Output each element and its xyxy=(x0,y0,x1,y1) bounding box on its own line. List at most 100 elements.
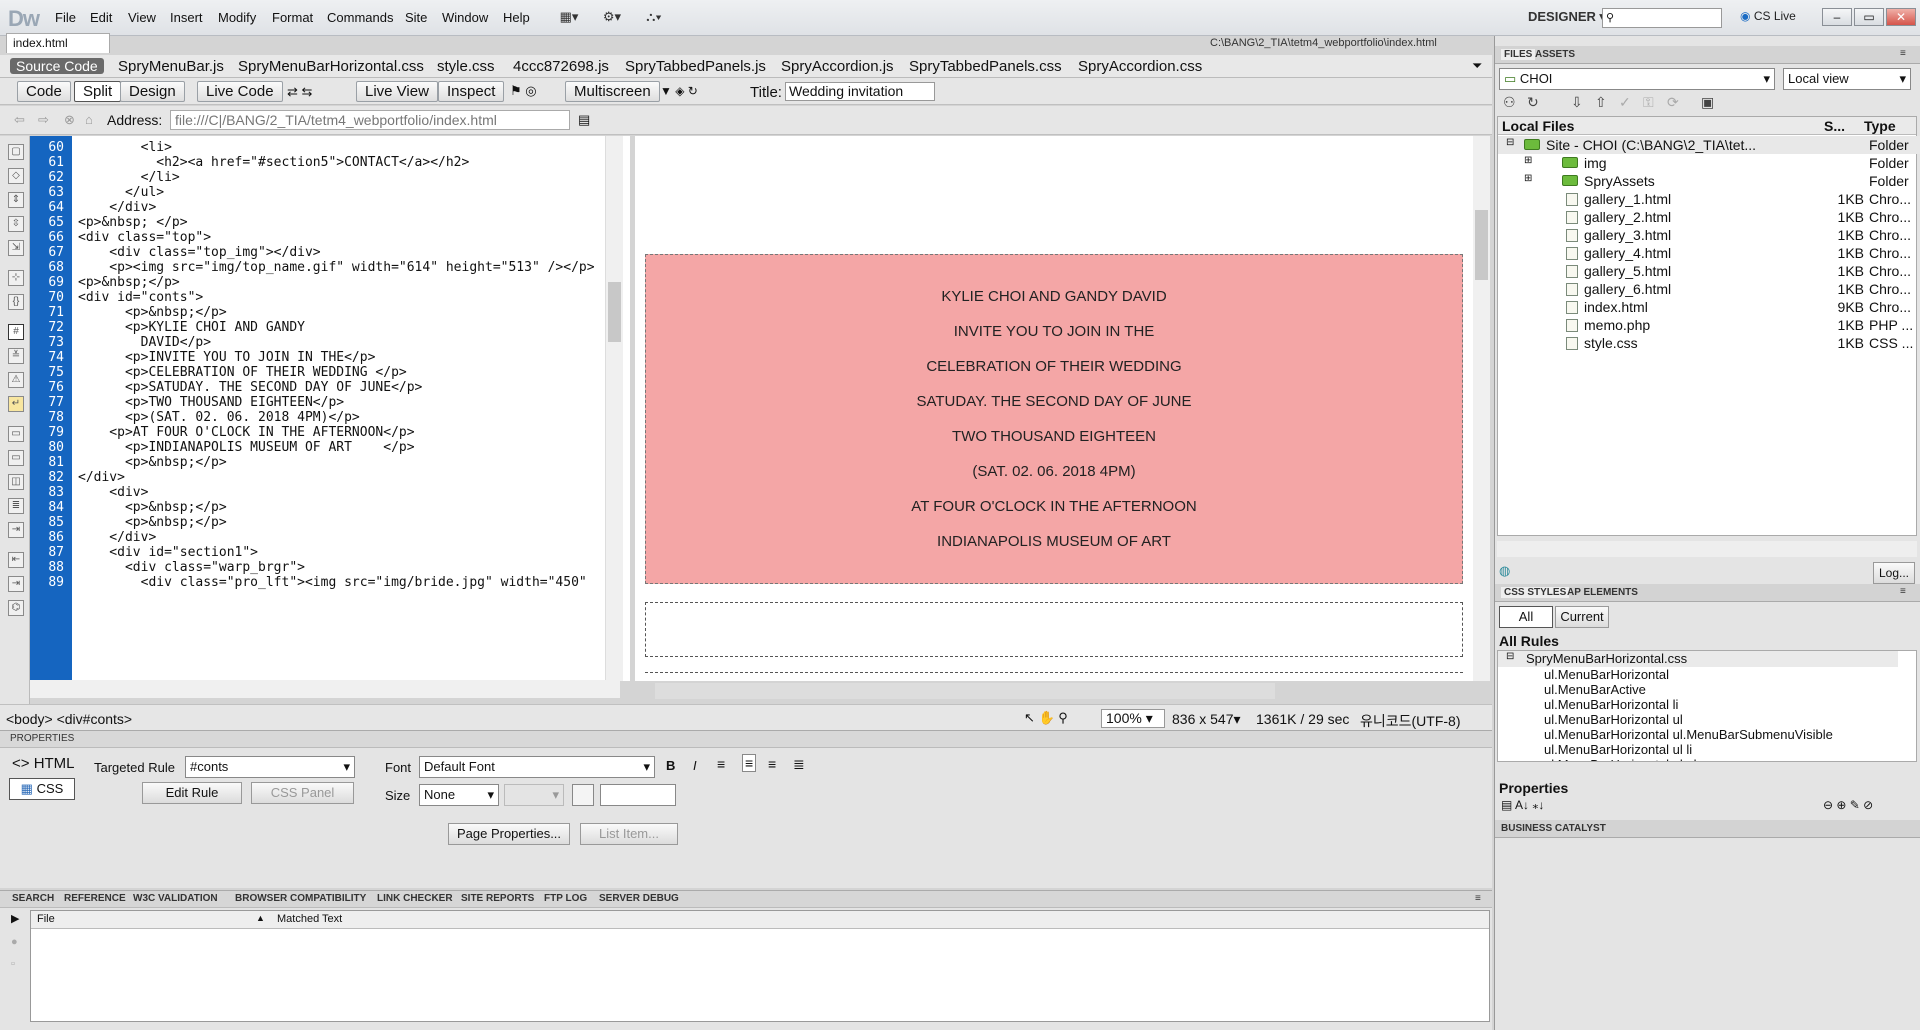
multiscreen-button[interactable]: Multiscreen xyxy=(565,81,660,102)
file-row[interactable]: gallery_6.html 1KB Chro... xyxy=(1498,280,1920,298)
col-local-files[interactable]: Local Files xyxy=(1502,118,1574,134)
empty-div[interactable] xyxy=(645,602,1463,657)
collapse-selection-icon[interactable]: ⇳ xyxy=(8,216,24,232)
design-horizontal-scrollbar[interactable] xyxy=(655,683,1275,699)
play-icon[interactable]: ▶ xyxy=(11,912,19,925)
select-parent-tag-icon[interactable]: ⊹ xyxy=(8,270,24,286)
design-vertical-scrollbar[interactable] xyxy=(1473,136,1490,681)
design-view-button[interactable]: Design xyxy=(120,81,185,102)
html-mode-button[interactable]: <> HTML xyxy=(12,755,75,772)
panel-options-icon[interactable]: ≡ xyxy=(1900,586,1906,597)
business-catalyst-header[interactable]: BUSINESS CATALYST xyxy=(1495,820,1920,838)
page-title-input[interactable]: Wedding invitation xyxy=(785,82,935,101)
site-icon[interactable]: ⛬▾ xyxy=(640,9,668,27)
workspace-switcher[interactable]: DESIGNER ▾ xyxy=(1528,9,1606,25)
view-select[interactable]: Local view ▾ xyxy=(1783,68,1911,90)
properties-header[interactable]: PROPERTIES xyxy=(0,730,1492,748)
minimize-button[interactable]: – xyxy=(1822,8,1852,26)
open-documents-icon[interactable]: ▢ xyxy=(8,144,24,160)
view-toggle-icons[interactable]: ▤ A↓ ⁎↓ xyxy=(1501,798,1544,812)
log-button[interactable]: Log... xyxy=(1873,562,1915,584)
menu-file[interactable]: File xyxy=(55,10,76,25)
section1-div[interactable] xyxy=(645,672,1463,681)
menu-view[interactable]: View xyxy=(128,10,156,25)
inspect-button[interactable]: Inspect xyxy=(438,81,505,102)
tab-search[interactable]: SEARCH xyxy=(12,893,54,904)
collapse-icon[interactable]: ⊟ xyxy=(1506,651,1514,662)
file-row[interactable]: gallery_3.html 1KB Chro... xyxy=(1498,226,1920,244)
expand-panel-icon[interactable]: ▣ xyxy=(1701,94,1714,111)
current-mode-button[interactable]: Current xyxy=(1555,606,1609,628)
multiscreen-dropdown-icon[interactable]: ▼ ◈ ↻ xyxy=(660,84,698,98)
stop-icon[interactable]: ● xyxy=(11,936,18,948)
menu-insert[interactable]: Insert xyxy=(170,10,203,25)
italic-button[interactable]: I xyxy=(693,758,697,773)
show-code-navigator-icon[interactable]: ◇ xyxy=(8,168,24,184)
filter-icon[interactable]: ⏷ xyxy=(1472,58,1482,74)
back-icon[interactable]: ⇦ xyxy=(14,112,25,128)
related-file[interactable]: style.css xyxy=(437,58,495,75)
col-file[interactable]: File xyxy=(37,913,55,925)
related-file[interactable]: 4ccc872698.js xyxy=(513,58,609,75)
collapse-icon[interactable]: ⊟ xyxy=(1506,137,1514,148)
line-numbers-icon[interactable]: # xyxy=(8,324,24,340)
maximize-button[interactable]: ▭ xyxy=(1854,8,1884,26)
check-in-icon[interactable]: ⚿ xyxy=(1643,94,1654,111)
page-properties-button[interactable]: Page Properties... xyxy=(448,823,570,845)
list-item-button[interactable]: List Item... xyxy=(580,823,678,845)
code-vertical-scrollbar[interactable] xyxy=(605,136,623,681)
css-rule-item[interactable]: ul.MenuBarHorizontal ul xyxy=(1544,712,1683,727)
scroll-thumb[interactable] xyxy=(1475,210,1488,280)
home-icon[interactable]: ⌂ xyxy=(85,112,93,127)
file-row[interactable]: gallery_1.html 1KB Chro... xyxy=(1498,190,1920,208)
live-code-button[interactable]: Live Code xyxy=(197,81,283,102)
stop-icon[interactable]: ⊗ xyxy=(64,112,75,128)
move-css-icon[interactable]: ⇥ xyxy=(8,522,24,538)
menu-edit[interactable]: Edit xyxy=(90,10,112,25)
balance-braces-icon[interactable]: {} xyxy=(8,294,24,310)
css-rule-item[interactable]: ul.MenuBarHorizontal ul ul xyxy=(1544,757,1696,761)
css-panel-button[interactable]: CSS Panel xyxy=(251,782,354,804)
collapse-tag-icon[interactable]: ⇕ xyxy=(8,192,24,208)
sync-icon[interactable]: ⟳ xyxy=(1667,94,1679,111)
site-root-row[interactable]: ⊟ Site - CHOI (C:\BANG\2_TIA\tet... Fold… xyxy=(1498,136,1920,154)
check-out-icon[interactable]: ✓ xyxy=(1619,94,1631,111)
tab-ap-elements[interactable]: AP ELEMENTS xyxy=(1567,587,1638,598)
targeted-rule-select[interactable]: #conts ▾ xyxy=(185,756,355,778)
menu-modify[interactable]: Modify xyxy=(218,10,256,25)
tab-css-styles[interactable]: CSS STYLES xyxy=(1501,587,1570,598)
tag-selector[interactable]: <body> <div#conts> xyxy=(6,711,132,727)
css-rule-item[interactable]: ul.MenuBarActive xyxy=(1544,682,1646,697)
panel-options-icon[interactable]: ≡ xyxy=(1900,48,1906,59)
conts-div[interactable]: KYLIE CHOI AND GANDY DAVID INVITE YOU TO… xyxy=(645,254,1463,584)
align-center-button[interactable]: ≡ xyxy=(742,754,757,772)
file-row[interactable]: ⊞ SpryAssets Folder xyxy=(1498,172,1920,190)
expand-all-icon[interactable]: ⇲ xyxy=(8,240,24,256)
col-matched-text[interactable]: Matched Text xyxy=(277,913,342,925)
help-search-input[interactable]: ⚲ xyxy=(1602,8,1722,28)
size-unit-select[interactable]: ▾ xyxy=(504,784,564,806)
recent-snippets-icon[interactable]: ≣ xyxy=(8,498,24,514)
panel-options-icon[interactable]: ≡ xyxy=(1475,893,1481,904)
browser-check-icon[interactable]: ⚑ ◎ xyxy=(510,83,537,99)
tab-assets[interactable]: ASSETS xyxy=(1535,49,1575,60)
business-catalyst-tab[interactable]: BUSINESS CATALYST xyxy=(1501,823,1606,834)
file-row[interactable]: style.css 1KB CSS ... xyxy=(1498,334,1920,352)
stylesheet-row[interactable]: ⊟ SpryMenuBarHorizontal.css xyxy=(1498,651,1898,667)
results-table[interactable]: File ▲ Matched Text xyxy=(30,910,1490,1022)
css-rule-item[interactable]: ul.MenuBarHorizontal ul.MenuBarSubmenuVi… xyxy=(1544,727,1833,742)
css-rules-tree[interactable]: ⊟ SpryMenuBarHorizontal.css ul.MenuBarHo… xyxy=(1497,650,1917,762)
col-type[interactable]: Type xyxy=(1864,118,1896,134)
expand-icon[interactable]: ⊞ xyxy=(1524,155,1532,166)
zoom-select[interactable]: 100% ▾ xyxy=(1101,709,1165,728)
files-horizontal-scrollbar[interactable] xyxy=(1497,541,1917,557)
indent-icon[interactable]: ⇤ xyxy=(8,552,24,568)
file-row[interactable]: gallery_4.html 1KB Chro... xyxy=(1498,244,1920,262)
live-view-button[interactable]: Live View xyxy=(356,81,438,102)
syntax-error-icon[interactable]: ⚠ xyxy=(8,372,24,388)
gear-icon[interactable]: ⚙▾ xyxy=(598,9,626,27)
document-tab[interactable]: index.html xyxy=(6,33,110,53)
connect-icon[interactable]: ⚇ xyxy=(1503,94,1516,111)
file-row[interactable]: memo.php 1KB PHP ... xyxy=(1498,316,1920,334)
col-size[interactable]: S... xyxy=(1824,118,1845,134)
